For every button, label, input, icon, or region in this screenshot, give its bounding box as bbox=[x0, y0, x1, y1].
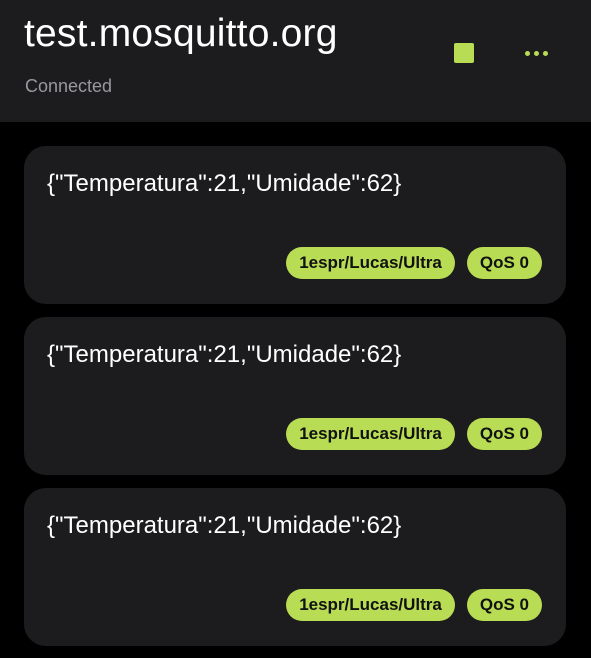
broker-title: test.mosquitto.org bbox=[24, 12, 338, 55]
message-tags: 1espr/Lucas/Ultra QoS 0 bbox=[286, 589, 542, 621]
connection-status: Connected bbox=[25, 76, 113, 96]
qos-badge: QoS 0 bbox=[466, 589, 542, 621]
qos-badge: QoS 0 bbox=[466, 418, 542, 450]
message-tags: 1espr/Lucas/Ultra QoS 0 bbox=[286, 247, 542, 279]
more-options-button[interactable] bbox=[516, 33, 556, 73]
message-card[interactable]: {"Temperatura":21,"Umidade":62} 1espr/Lu… bbox=[24, 317, 566, 475]
topic-badge: 1espr/Lucas/Ultra bbox=[286, 247, 455, 279]
message-card[interactable]: {"Temperatura":21,"Umidade":62} 1espr/Lu… bbox=[24, 146, 566, 304]
message-payload: {"Temperatura":21,"Umidade":62} bbox=[47, 170, 402, 197]
topic-badge: 1espr/Lucas/Ultra bbox=[286, 418, 455, 450]
more-horizontal-icon bbox=[524, 50, 548, 56]
stop-icon bbox=[454, 43, 474, 63]
message-payload: {"Temperatura":21,"Umidade":62} bbox=[47, 512, 402, 539]
qos-badge: QoS 0 bbox=[466, 247, 542, 279]
topic-badge: 1espr/Lucas/Ultra bbox=[286, 589, 455, 621]
message-payload: {"Temperatura":21,"Umidade":62} bbox=[47, 341, 402, 368]
message-tags: 1espr/Lucas/Ultra QoS 0 bbox=[286, 418, 542, 450]
app-header: test.mosquitto.org Connected bbox=[0, 0, 591, 122]
message-card[interactable]: {"Temperatura":21,"Umidade":62} 1espr/Lu… bbox=[24, 488, 566, 646]
stop-button[interactable] bbox=[444, 33, 484, 73]
